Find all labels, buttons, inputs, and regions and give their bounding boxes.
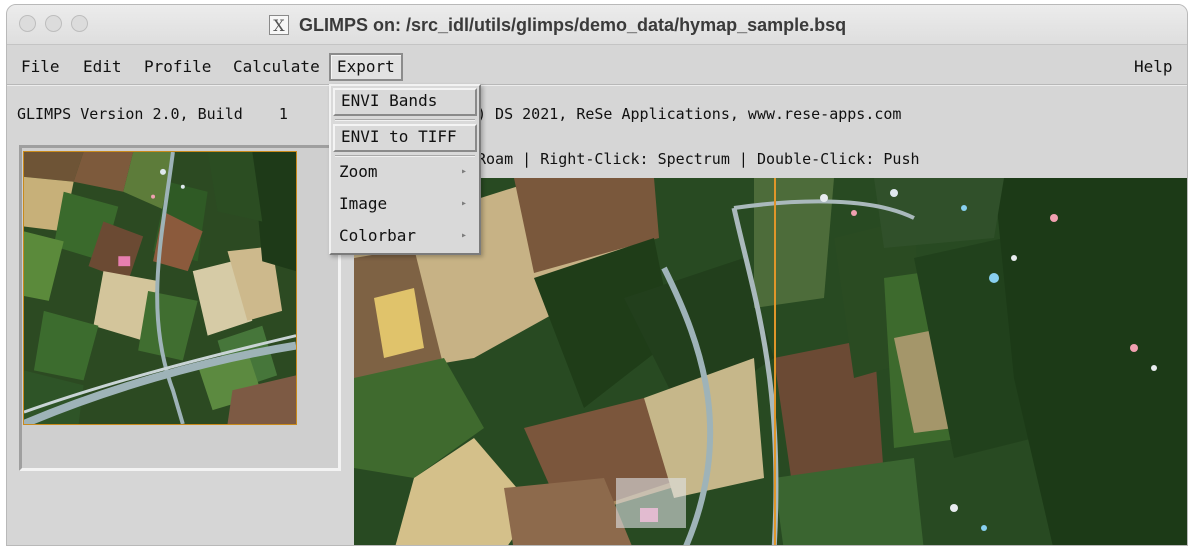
submenu-arrow-icon: ▸ <box>460 166 467 177</box>
window-title-group: X GLIMPS on: /src_idl/utils/glimps/demo_… <box>269 14 846 36</box>
zoom-window-button[interactable] <box>71 15 88 32</box>
submenu-arrow-icon: ▸ <box>460 230 467 241</box>
menu-item-envi-bands[interactable]: ENVI Bands <box>333 88 477 116</box>
glimps-window: X GLIMPS on: /src_idl/utils/glimps/demo_… <box>6 4 1188 546</box>
minimize-window-button[interactable] <box>45 15 62 32</box>
menu-separator <box>7 84 1187 86</box>
menu-item-label: Image <box>339 194 388 213</box>
menu-divider <box>335 155 475 157</box>
overview-image[interactable] <box>23 151 297 425</box>
menu-item-label: Zoom <box>339 162 378 181</box>
menu-item-zoom[interactable]: Zoom ▸ <box>333 159 477 187</box>
menu-divider <box>335 119 475 121</box>
menu-bar: File Edit Profile Calculate Export Help <box>7 49 1187 85</box>
menu-item-label: ENVI to TIFF <box>341 127 457 146</box>
menu-export[interactable]: Export <box>329 53 403 81</box>
menu-calculate[interactable]: Calculate <box>227 53 326 81</box>
version-label: GLIMPS Version 2.0, Build 1 <box>17 105 288 123</box>
menu-item-image[interactable]: Image ▸ <box>333 191 477 219</box>
copyright-label: ) DS 2021, ReSe Applications, www.rese-a… <box>477 105 902 123</box>
window-title: GLIMPS on: /src_idl/utils/glimps/demo_da… <box>299 14 847 35</box>
submenu-arrow-icon: ▸ <box>460 198 467 209</box>
close-window-button[interactable] <box>19 15 36 32</box>
menu-item-envi-to-tiff[interactable]: ENVI to TIFF <box>333 124 477 152</box>
menu-item-colorbar[interactable]: Colorbar ▸ <box>333 223 477 251</box>
mouse-hint-label: Roam | Right-Click: Spectrum | Double-Cl… <box>477 150 920 168</box>
menu-profile[interactable]: Profile <box>138 53 217 81</box>
menu-file[interactable]: File <box>15 53 66 81</box>
x11-icon: X <box>269 15 289 35</box>
menu-edit[interactable]: Edit <box>77 53 128 81</box>
menu-item-label: ENVI Bands <box>341 91 438 110</box>
title-bar: X GLIMPS on: /src_idl/utils/glimps/demo_… <box>7 5 1187 45</box>
menu-item-label: Colorbar <box>339 226 417 245</box>
menu-help[interactable]: Help <box>1128 53 1179 81</box>
export-dropdown-menu: ENVI Bands ENVI to TIFF Zoom ▸ Image ▸ C… <box>329 84 481 255</box>
